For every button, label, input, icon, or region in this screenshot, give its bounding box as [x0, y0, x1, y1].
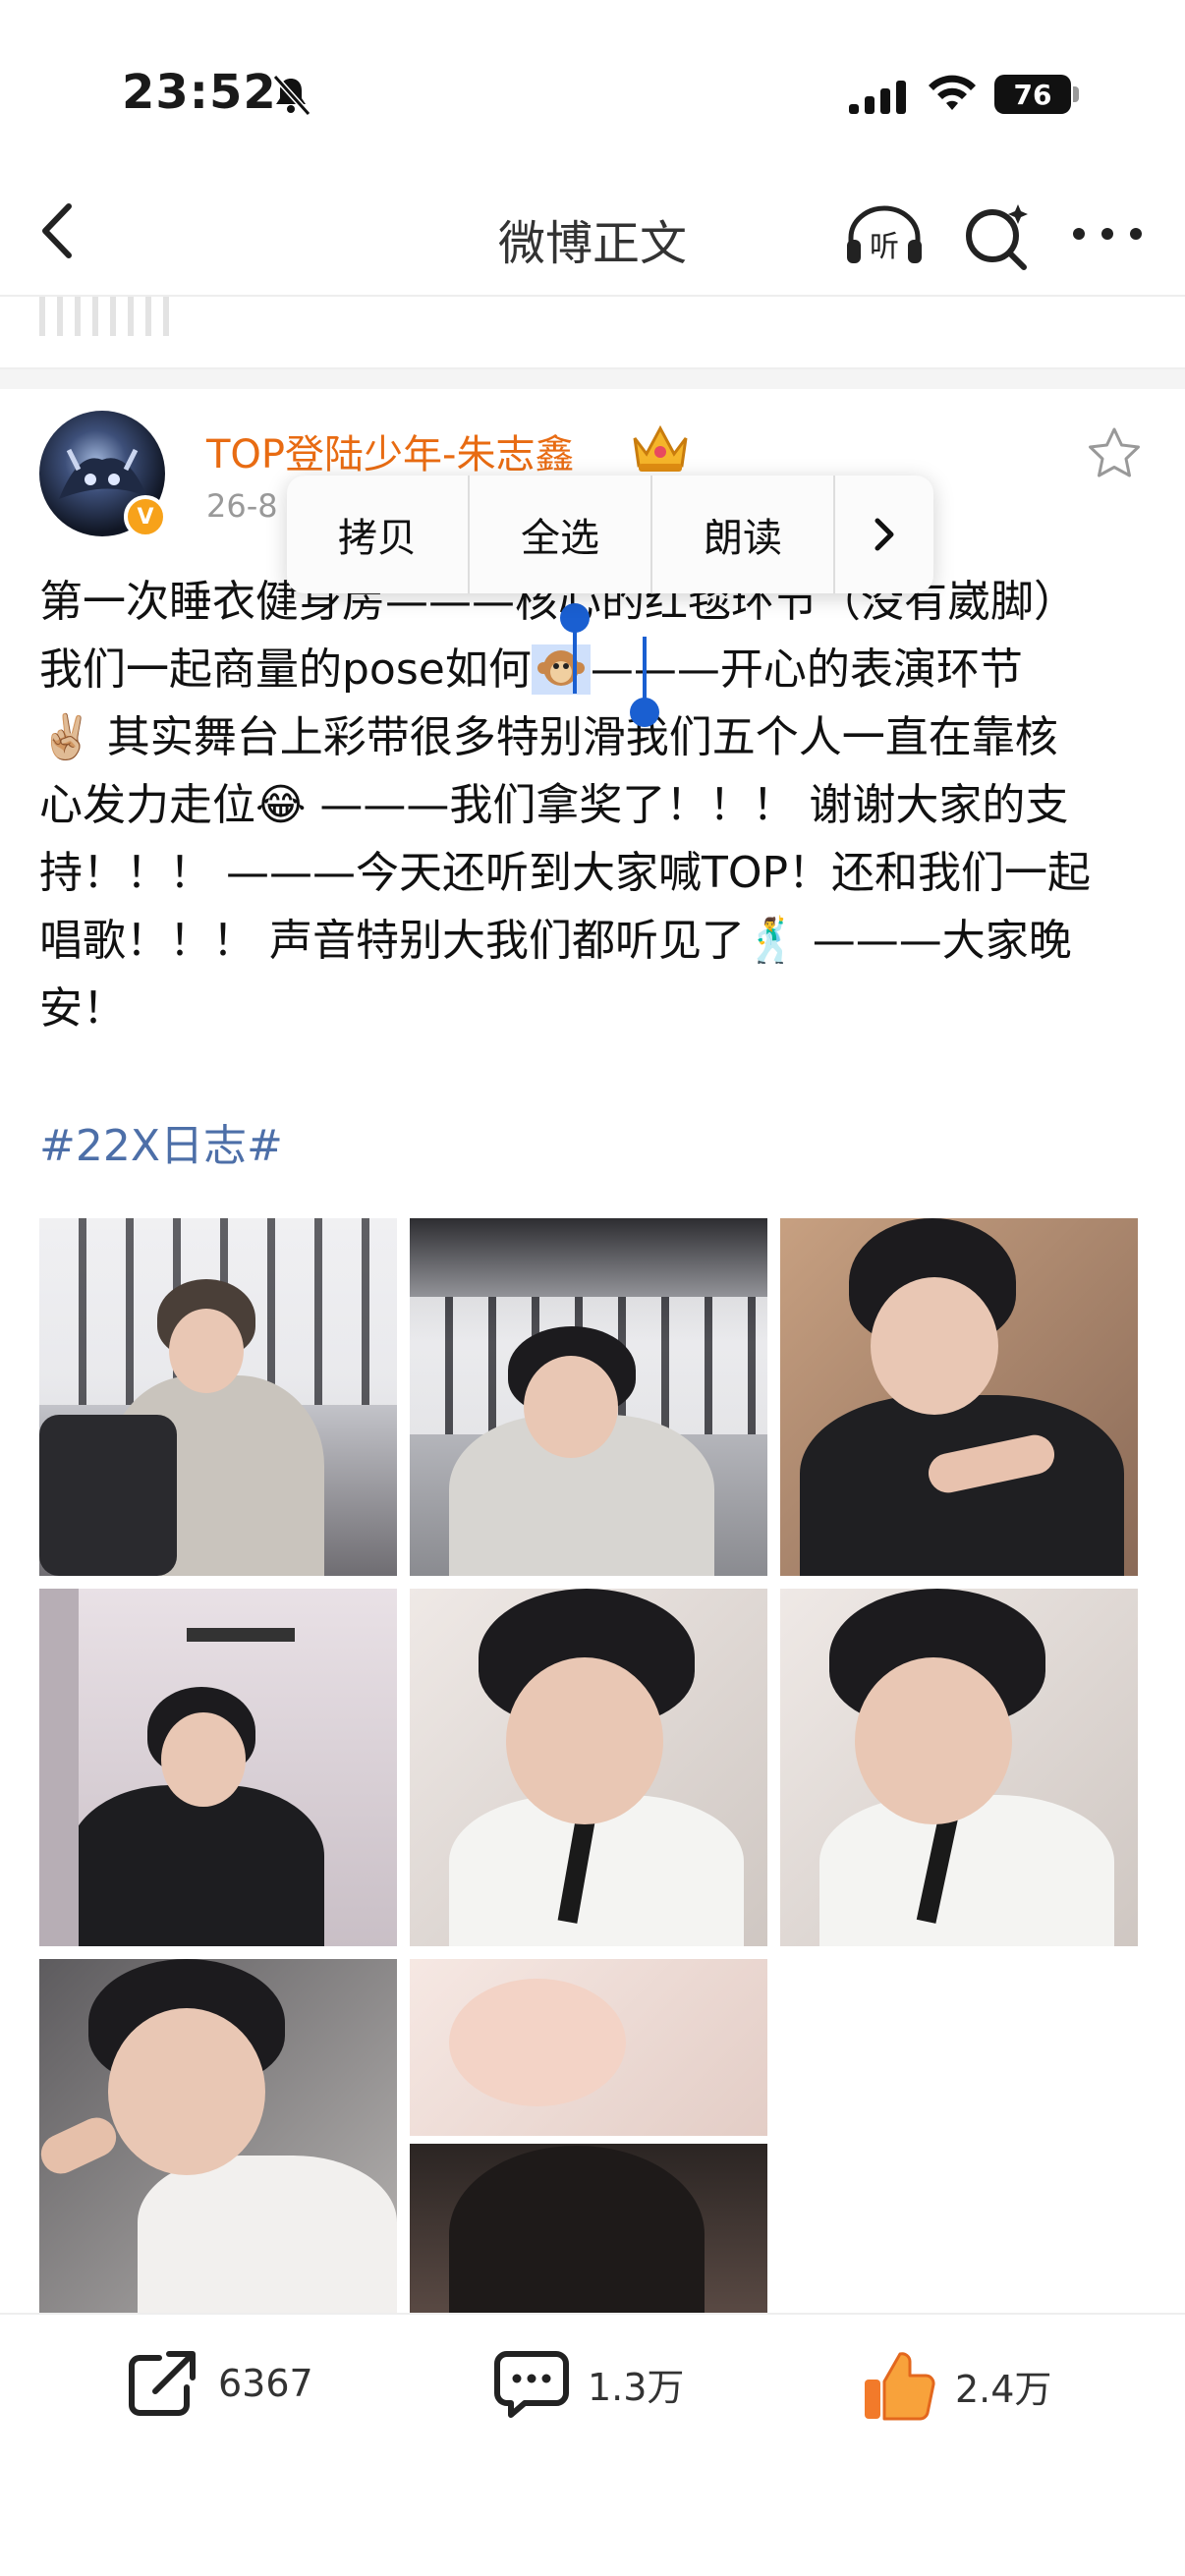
post-action-bar: 6367 1.3万 2.4万	[0, 2313, 1185, 2452]
copy-menu-item[interactable]: 拷贝	[287, 476, 470, 593]
hashtag-link[interactable]: #22X日志#	[39, 1110, 283, 1173]
battery-tip	[1073, 86, 1079, 102]
status-bar: 23:52 76	[0, 0, 1185, 147]
post-date: 26-8	[206, 487, 278, 525]
post-text-line: 安！	[39, 983, 126, 1034]
comment-button[interactable]: 1.3万	[493, 2348, 684, 2419]
selection-end-knob[interactable]	[630, 698, 659, 727]
post-text-line: 我们一起商量的pose如何 ———开心的表演环节	[39, 644, 1023, 695]
top-nav-bar: 微博正文 听	[0, 167, 1185, 297]
author-name[interactable]: TOP登陆少年-朱志鑫	[206, 422, 574, 479]
like-button[interactable]: 2.4万	[861, 2348, 1051, 2423]
vip-crown-icon	[633, 424, 688, 472]
like-count: 2.4万	[955, 2367, 1052, 2411]
section-divider	[0, 369, 1185, 389]
select-all-menu-item[interactable]: 全选	[470, 476, 652, 593]
photo-tile[interactable]	[410, 1218, 767, 1576]
photo-tile[interactable]	[39, 1589, 397, 1946]
post-text-line: 持！！！ ———今天还听到大家喊TOP！还和我们一起	[39, 848, 1092, 898]
listen-label: 听	[870, 230, 899, 264]
post-body[interactable]: 第一次睡衣健身房———核心的红毯环节（没有崴脚） 我们一起商量的pose如何 ——…	[39, 568, 1150, 1042]
search-sparkle-icon[interactable]	[961, 200, 1032, 271]
repost-button[interactable]: 6367	[126, 2348, 313, 2419]
read-aloud-menu-item[interactable]: 朗读	[652, 476, 835, 593]
photo-tile[interactable]	[410, 1589, 767, 1946]
text-selection-menu: 拷贝 全选 朗读	[287, 476, 933, 593]
battery-indicator: 76	[994, 75, 1071, 114]
photo-tile[interactable]	[410, 1959, 767, 2317]
repost-count: 6367	[218, 2362, 313, 2405]
chevron-right-icon	[875, 518, 894, 551]
photo-tile[interactable]	[39, 1218, 397, 1576]
photo-tile[interactable]	[780, 1589, 1138, 1946]
post-text-line: 心发力走位😂 ———我们拿奖了！！！ 谢谢大家的支	[39, 780, 1069, 830]
favorite-star-icon[interactable]	[1085, 424, 1144, 483]
cellular-signal-icon	[849, 81, 906, 114]
status-time: 23:52	[122, 65, 277, 120]
post-text-line: ✌🏼 其实舞台上彩带很多特别滑我们五个人一直在靠核	[39, 712, 1058, 762]
more-options-icon[interactable]	[1071, 224, 1144, 244]
monkey-emoji-icon	[536, 650, 585, 686]
photo-tile[interactable]	[780, 1218, 1138, 1576]
wifi-icon	[929, 75, 976, 110]
listen-headphones-icon[interactable]: 听	[843, 200, 926, 269]
menu-next-button[interactable]	[835, 476, 933, 593]
scrolled-text-remnant	[39, 297, 177, 336]
photo-tile[interactable]	[39, 1959, 397, 2317]
comment-count: 1.3万	[588, 2365, 685, 2409]
mute-bell-icon	[272, 74, 311, 116]
thumbs-up-icon	[865, 2352, 935, 2421]
repost-share-icon	[129, 2351, 196, 2416]
comment-bubble-icon	[494, 2351, 569, 2418]
selected-emoji	[531, 644, 591, 695]
selection-start-handle[interactable]	[573, 619, 577, 694]
collapsed-content-strip	[0, 297, 1185, 369]
verified-badge-icon: V	[124, 495, 167, 538]
post-text-line: 唱歌！！！ 声音特别大我们都听见了🕺 ———大家晚	[39, 916, 1072, 966]
